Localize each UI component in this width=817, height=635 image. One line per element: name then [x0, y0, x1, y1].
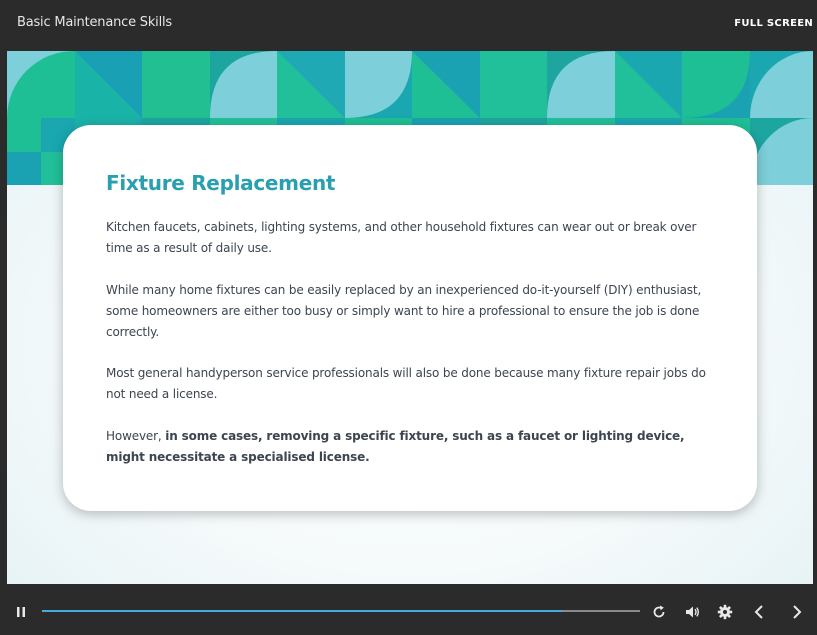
replay-button[interactable]	[651, 604, 667, 620]
next-button[interactable]	[790, 604, 804, 620]
settings-button[interactable]	[717, 604, 733, 620]
volume-icon	[686, 606, 699, 618]
previous-button[interactable]	[752, 604, 766, 620]
slide-title: Fixture Replacement	[106, 171, 336, 195]
paragraph-1: Kitchen faucets, cabinets, lighting syst…	[106, 220, 697, 255]
progress-fill	[42, 610, 563, 612]
pause-icon	[17, 607, 25, 617]
player-controls	[0, 584, 817, 635]
volume-button[interactable]	[684, 604, 700, 620]
paragraph-2: While many home fixtures can be easily r…	[106, 283, 702, 339]
chevron-right-icon	[793, 605, 802, 619]
paragraph-3: Most general handyperson service profess…	[106, 366, 706, 401]
settings-icon	[717, 604, 733, 620]
paragraph-4-prefix: However,	[106, 429, 166, 443]
paragraph-4: However, in some cases, removing a speci…	[106, 426, 721, 468]
content-card: Fixture Replacement Kitchen faucets, cab…	[63, 125, 757, 511]
top-bar: Basic Maintenance Skills FULL SCREEN	[0, 0, 817, 50]
slide-stage: Fixture Replacement Kitchen faucets, cab…	[7, 51, 813, 584]
course-title: Basic Maintenance Skills	[17, 15, 172, 30]
fullscreen-button[interactable]: FULL SCREEN	[734, 18, 813, 29]
paragraph-4-emphasis: in some cases, removing a specific fixtu…	[106, 429, 685, 464]
chevron-left-icon	[754, 605, 763, 619]
player-window: Basic Maintenance Skills FULL SCREEN Fix…	[0, 0, 817, 635]
pause-button[interactable]	[14, 604, 28, 618]
replay-icon	[653, 605, 665, 618]
progress-bar[interactable]	[42, 610, 640, 612]
